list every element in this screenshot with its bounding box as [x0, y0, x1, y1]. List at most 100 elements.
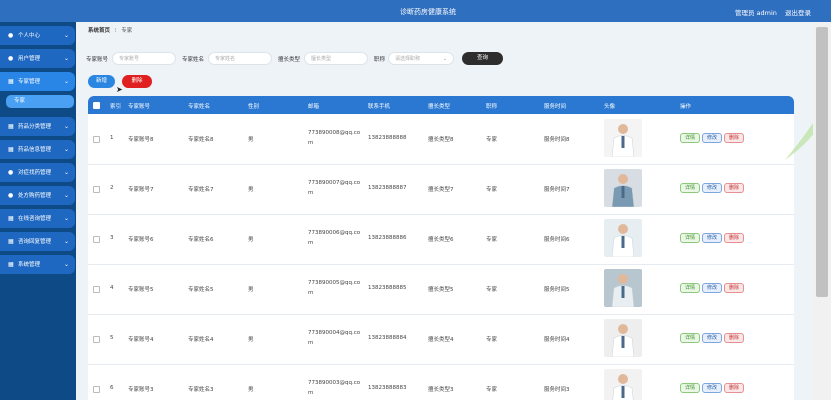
sidebar-item[interactable]: ▦ 在线咨询管理 ⌄: [0, 209, 75, 228]
remove-button[interactable]: 删除: [724, 383, 745, 393]
current-user: 管理员 admin: [734, 9, 777, 17]
column-header: 联系手机: [368, 104, 391, 110]
edit-button[interactable]: 修改: [702, 383, 723, 393]
sidebar-item[interactable]: ● 用户管理 ⌄: [0, 49, 75, 68]
grid-icon: ▦: [8, 146, 14, 153]
row-checkbox[interactable]: [93, 386, 100, 393]
logout-link[interactable]: 退出登录: [785, 9, 811, 17]
sidebar: ⌂系统首页●个人中心⌄●用户管理⌄▦专家管理⌄▦药品分类管理⌄▦药品信息管理⌄●…: [0, 0, 76, 400]
cell-name: 专家姓名3: [188, 387, 214, 393]
edit-button[interactable]: 修改: [702, 183, 723, 193]
breadcrumb-separator: ⁝: [114, 28, 117, 34]
column-header: 头像: [604, 104, 616, 110]
table-row: 5 专家账号4 专家姓名4 男 773890004@qq.co m 13823888884…: [88, 314, 794, 365]
cell-title: 专家: [486, 237, 498, 243]
cell-title: 专家: [486, 287, 498, 293]
breadcrumb-home[interactable]: 系统首页: [88, 28, 110, 34]
remove-button[interactable]: 删除: [724, 233, 745, 243]
remove-button[interactable]: 删除: [724, 283, 745, 293]
search-button[interactable]: 查询: [462, 52, 503, 65]
detail-button[interactable]: 详情: [680, 233, 701, 243]
detail-button[interactable]: 详情: [680, 133, 701, 143]
table-row: 6 专家账号3 专家姓名3 男 773890003@qq.co m 13823888883…: [88, 364, 794, 400]
expert-avatar: [604, 219, 642, 257]
cell-account: 专家账号7: [128, 187, 154, 193]
chevron-down-icon: ⌄: [63, 238, 69, 245]
cell-account: 专家账号3: [128, 387, 154, 393]
sidebar-subitem-expert[interactable]: 专家: [6, 95, 74, 108]
chevron-down-icon: ⌄: [63, 215, 69, 222]
chevron-down-icon: ⌄: [63, 55, 69, 62]
row-checkbox[interactable]: [93, 236, 100, 243]
cell-phone: 13823888885: [368, 285, 407, 291]
edit-button[interactable]: 修改: [702, 133, 723, 143]
cell-phone: 13823888888: [368, 135, 407, 141]
sidebar-item[interactable]: ● 对症找药管理 ⌄: [0, 163, 75, 182]
detail-button[interactable]: 详情: [680, 383, 701, 393]
sidebar-item-label: 药品分类管理: [18, 124, 52, 130]
select-all-checkbox[interactable]: [93, 102, 100, 109]
type-label: 擅长类型: [278, 57, 301, 63]
name-input[interactable]: 专家姓名: [208, 52, 272, 65]
sidebar-item[interactable]: ● 个人中心 ⌄: [0, 26, 75, 45]
column-header: 专家姓名: [188, 104, 211, 110]
sidebar-item-label: 在线咨询管理: [18, 216, 52, 222]
cell-title: 专家: [486, 187, 498, 193]
table-row: 3 专家账号6 专家姓名6 男 773890006@qq.co m 13823888886…: [88, 214, 794, 265]
sidebar-item[interactable]: ▦ 药品信息管理 ⌄: [0, 140, 75, 159]
detail-button[interactable]: 详情: [680, 333, 701, 343]
detail-button[interactable]: 详情: [680, 283, 701, 293]
column-header: 操作: [680, 104, 692, 110]
cell-title: 专家: [486, 137, 498, 143]
remove-button[interactable]: 删除: [724, 133, 745, 143]
column-header: 服务时间: [544, 104, 567, 110]
cell-account: 专家账号6: [128, 237, 154, 243]
user-area: 管理员 admin 退出登录: [729, 7, 811, 17]
row-checkbox[interactable]: [93, 336, 100, 343]
cell-type: 擅长类型7: [428, 187, 454, 193]
grid-icon: ▦: [8, 123, 14, 130]
search-bar: 专家账号 专家账号 专家姓名 专家姓名 擅长类型 擅长类型 职称 请选择职称 查…: [86, 52, 806, 66]
page-scrollbar[interactable]: [813, 22, 831, 400]
sidebar-item[interactable]: ▦ 系统管理 ⌄: [0, 255, 75, 274]
cell-account: 专家账号5: [128, 287, 154, 293]
sidebar-item[interactable]: ▦ 专家管理 ⌄: [0, 72, 75, 91]
row-actions: 详情 修改 删除: [680, 233, 746, 243]
row-checkbox[interactable]: [93, 186, 100, 193]
scrollbar-thumb[interactable]: [816, 27, 828, 297]
remove-button[interactable]: 删除: [724, 183, 745, 193]
sidebar-item[interactable]: ▦ 咨询回复管理 ⌄: [0, 232, 75, 251]
delete-button[interactable]: 删除: [122, 75, 152, 88]
cell-gender: 男: [248, 337, 254, 343]
sidebar-item[interactable]: ▦ 药品分类管理 ⌄: [0, 117, 75, 136]
account-input[interactable]: 专家账号: [112, 52, 176, 65]
cell-time: 服务时间5: [544, 287, 570, 293]
cell-gender: 男: [248, 187, 254, 193]
title-select[interactable]: 请选择职称: [388, 52, 454, 65]
row-actions: 详情 修改 删除: [680, 333, 746, 343]
cell-idx: 3: [110, 235, 114, 241]
sidebar-item[interactable]: ● 处方购药管理 ⌄: [0, 186, 75, 205]
cell-title: 专家: [486, 337, 498, 343]
cell-name: 专家姓名8: [188, 137, 214, 143]
expert-avatar: [604, 119, 642, 157]
row-actions: 详情 修改 删除: [680, 183, 746, 193]
edit-button[interactable]: 修改: [702, 333, 723, 343]
remove-button[interactable]: 删除: [724, 333, 745, 343]
row-actions: 详情 修改 删除: [680, 133, 746, 143]
type-input[interactable]: 擅长类型: [304, 52, 368, 65]
edit-button[interactable]: 修改: [702, 233, 723, 243]
column-header: 专家账号: [128, 104, 151, 110]
add-button[interactable]: 新增: [88, 75, 115, 88]
column-header: 索引: [110, 104, 122, 110]
sidebar-item-label: 处方购药管理: [18, 193, 52, 199]
detail-button[interactable]: 详情: [680, 183, 701, 193]
cell-type: 擅长类型6: [428, 237, 454, 243]
row-checkbox[interactable]: [93, 286, 100, 293]
cell-title: 专家: [486, 387, 498, 393]
cell-time: 服务时间8: [544, 137, 570, 143]
cell-idx: 2: [110, 185, 114, 191]
edit-button[interactable]: 修改: [702, 283, 723, 293]
sidebar-item-label: 专家管理: [18, 79, 41, 85]
row-checkbox[interactable]: [93, 136, 100, 143]
